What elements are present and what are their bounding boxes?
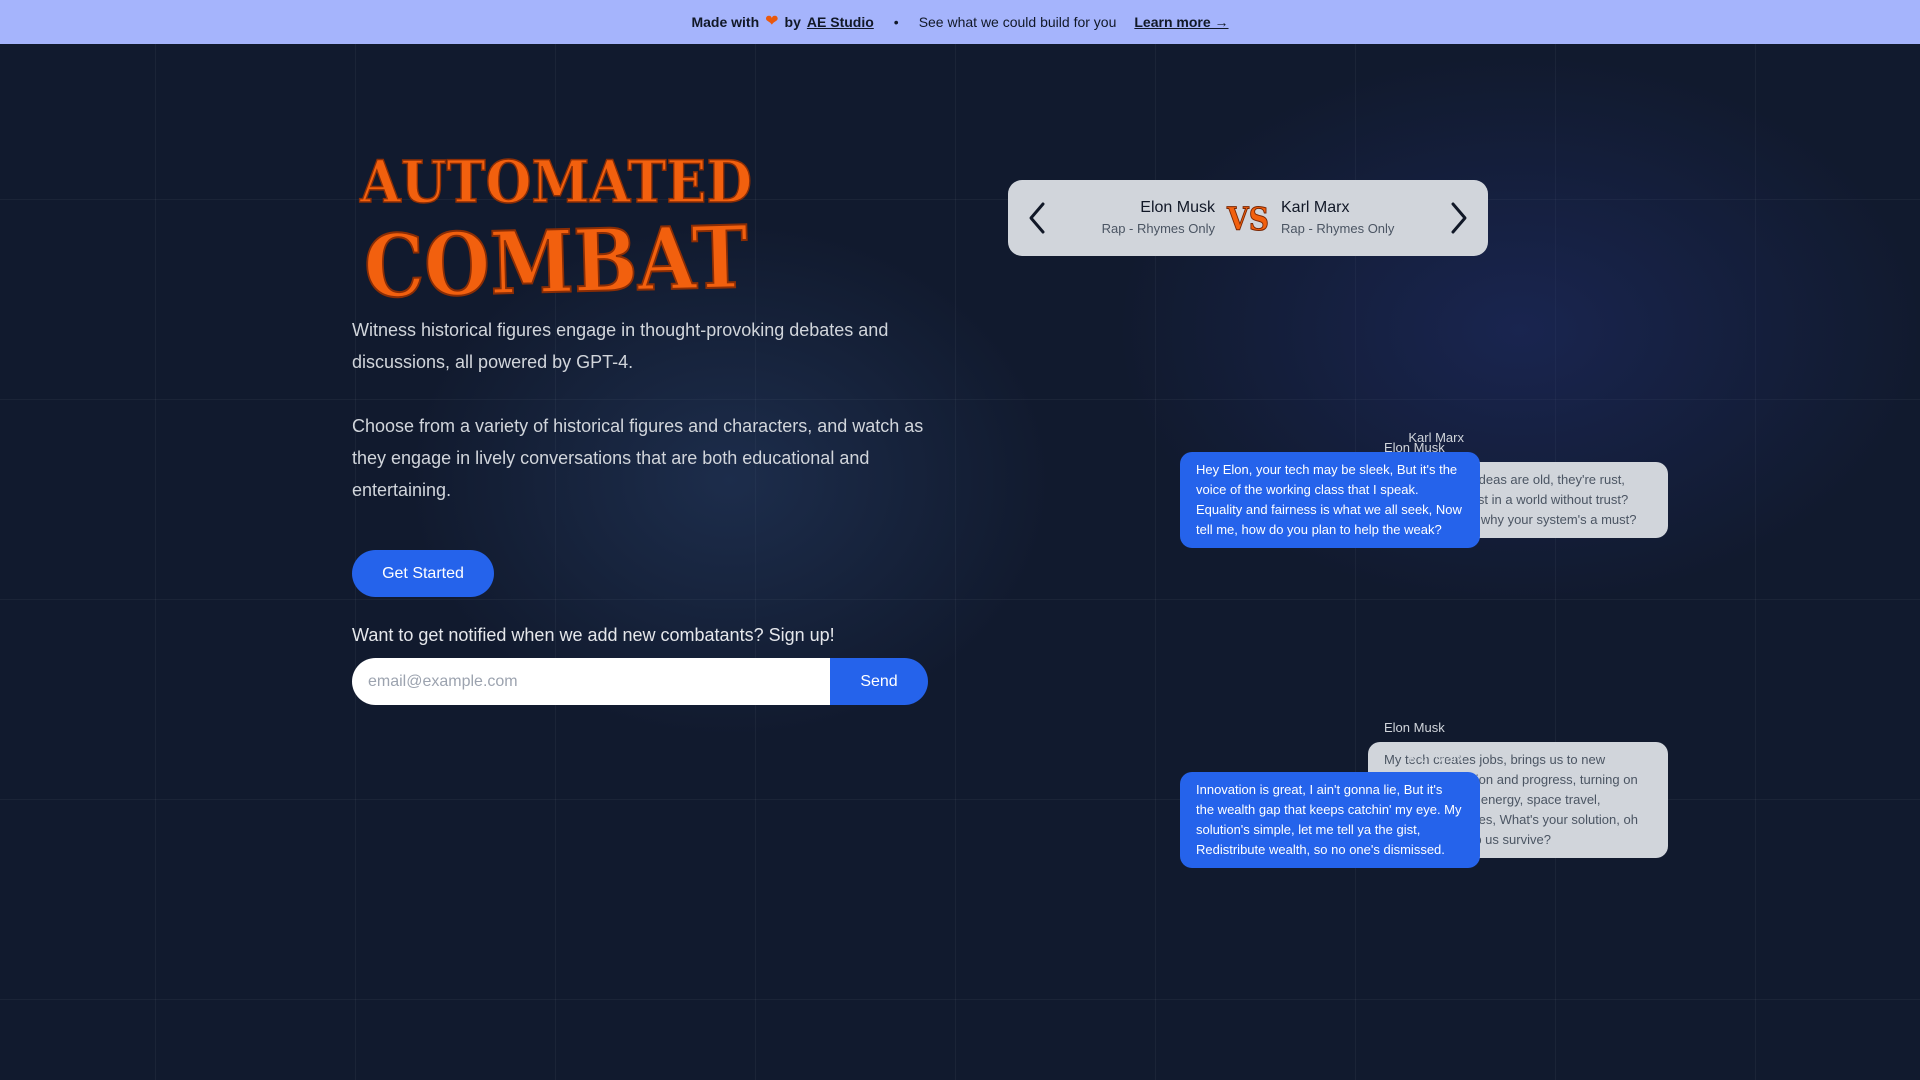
background-grid <box>0 44 1920 1080</box>
send-button[interactable]: Send <box>830 658 928 705</box>
logo-line1: AUTOMATED <box>359 148 752 216</box>
chat-message: Karl Marx Innovation is great, I ain't g… <box>1016 750 1480 868</box>
hero-description-1: Witness historical figures engage in tho… <box>352 320 889 372</box>
learn-more-link[interactable]: Learn more → <box>1134 14 1228 30</box>
made-with-label: Made with <box>691 14 760 30</box>
signup-form: Send <box>352 658 928 705</box>
chat-message: Karl Marx Hey Elon, your tech may be sle… <box>1016 430 1480 548</box>
vs-icon: VS <box>1226 200 1270 236</box>
heart-icon: ❤ <box>765 13 779 30</box>
get-started-button[interactable]: Get Started <box>352 550 494 597</box>
banner-tagline: See what we could build for you <box>918 14 1117 30</box>
hero-section: AUTOMATED COMBAT Witness historical figu… <box>352 140 932 705</box>
email-input[interactable] <box>352 658 830 705</box>
message-speaker: Elon Musk <box>1384 720 1445 735</box>
separator-dot: • <box>893 14 899 30</box>
fighter-left-name: Elon Musk <box>1140 199 1215 216</box>
fighter-left-mode: Rap - Rhymes Only <box>1101 221 1215 236</box>
ae-studio-link[interactable]: AE Studio <box>807 14 874 30</box>
fighter-right: Karl Marx Rap - Rhymes Only <box>1281 197 1394 239</box>
matchup-selector: Elon Musk Rap - Rhymes Only VS Karl Marx… <box>1008 180 1488 256</box>
message-speaker: Karl Marx <box>1408 750 1464 765</box>
automated-combat-logo: AUTOMATED COMBAT <box>358 147 752 319</box>
debate-transcript: Elon Musk Hey Marx, your ideas are old, … <box>1016 300 1668 900</box>
fighter-right-mode: Rap - Rhymes Only <box>1281 221 1395 236</box>
chevron-left-icon <box>1029 202 1045 234</box>
hero-description-2: Choose from a variety of historical figu… <box>352 416 924 500</box>
by-label: by <box>784 14 801 30</box>
previous-matchup-button[interactable] <box>1020 196 1054 240</box>
vs-label: VS <box>1226 200 1269 236</box>
top-banner: Made with ❤ by AE Studio • See what we c… <box>0 0 1920 44</box>
fighter-right-name: Karl Marx <box>1281 199 1350 216</box>
message-speaker: Karl Marx <box>1408 430 1464 445</box>
message-bubble: Hey Elon, your tech may be sleek, But it… <box>1180 452 1480 548</box>
next-matchup-button[interactable] <box>1442 196 1476 240</box>
fighters: Elon Musk Rap - Rhymes Only VS Karl Marx… <box>1102 197 1395 239</box>
signup-label: Want to get notified when we add new com… <box>352 625 835 645</box>
fighter-left: Elon Musk Rap - Rhymes Only <box>1102 197 1215 239</box>
logo-line2: COMBAT <box>363 207 750 310</box>
chevron-right-icon <box>1451 202 1467 234</box>
message-bubble: Innovation is great, I ain't gonna lie, … <box>1180 772 1480 868</box>
